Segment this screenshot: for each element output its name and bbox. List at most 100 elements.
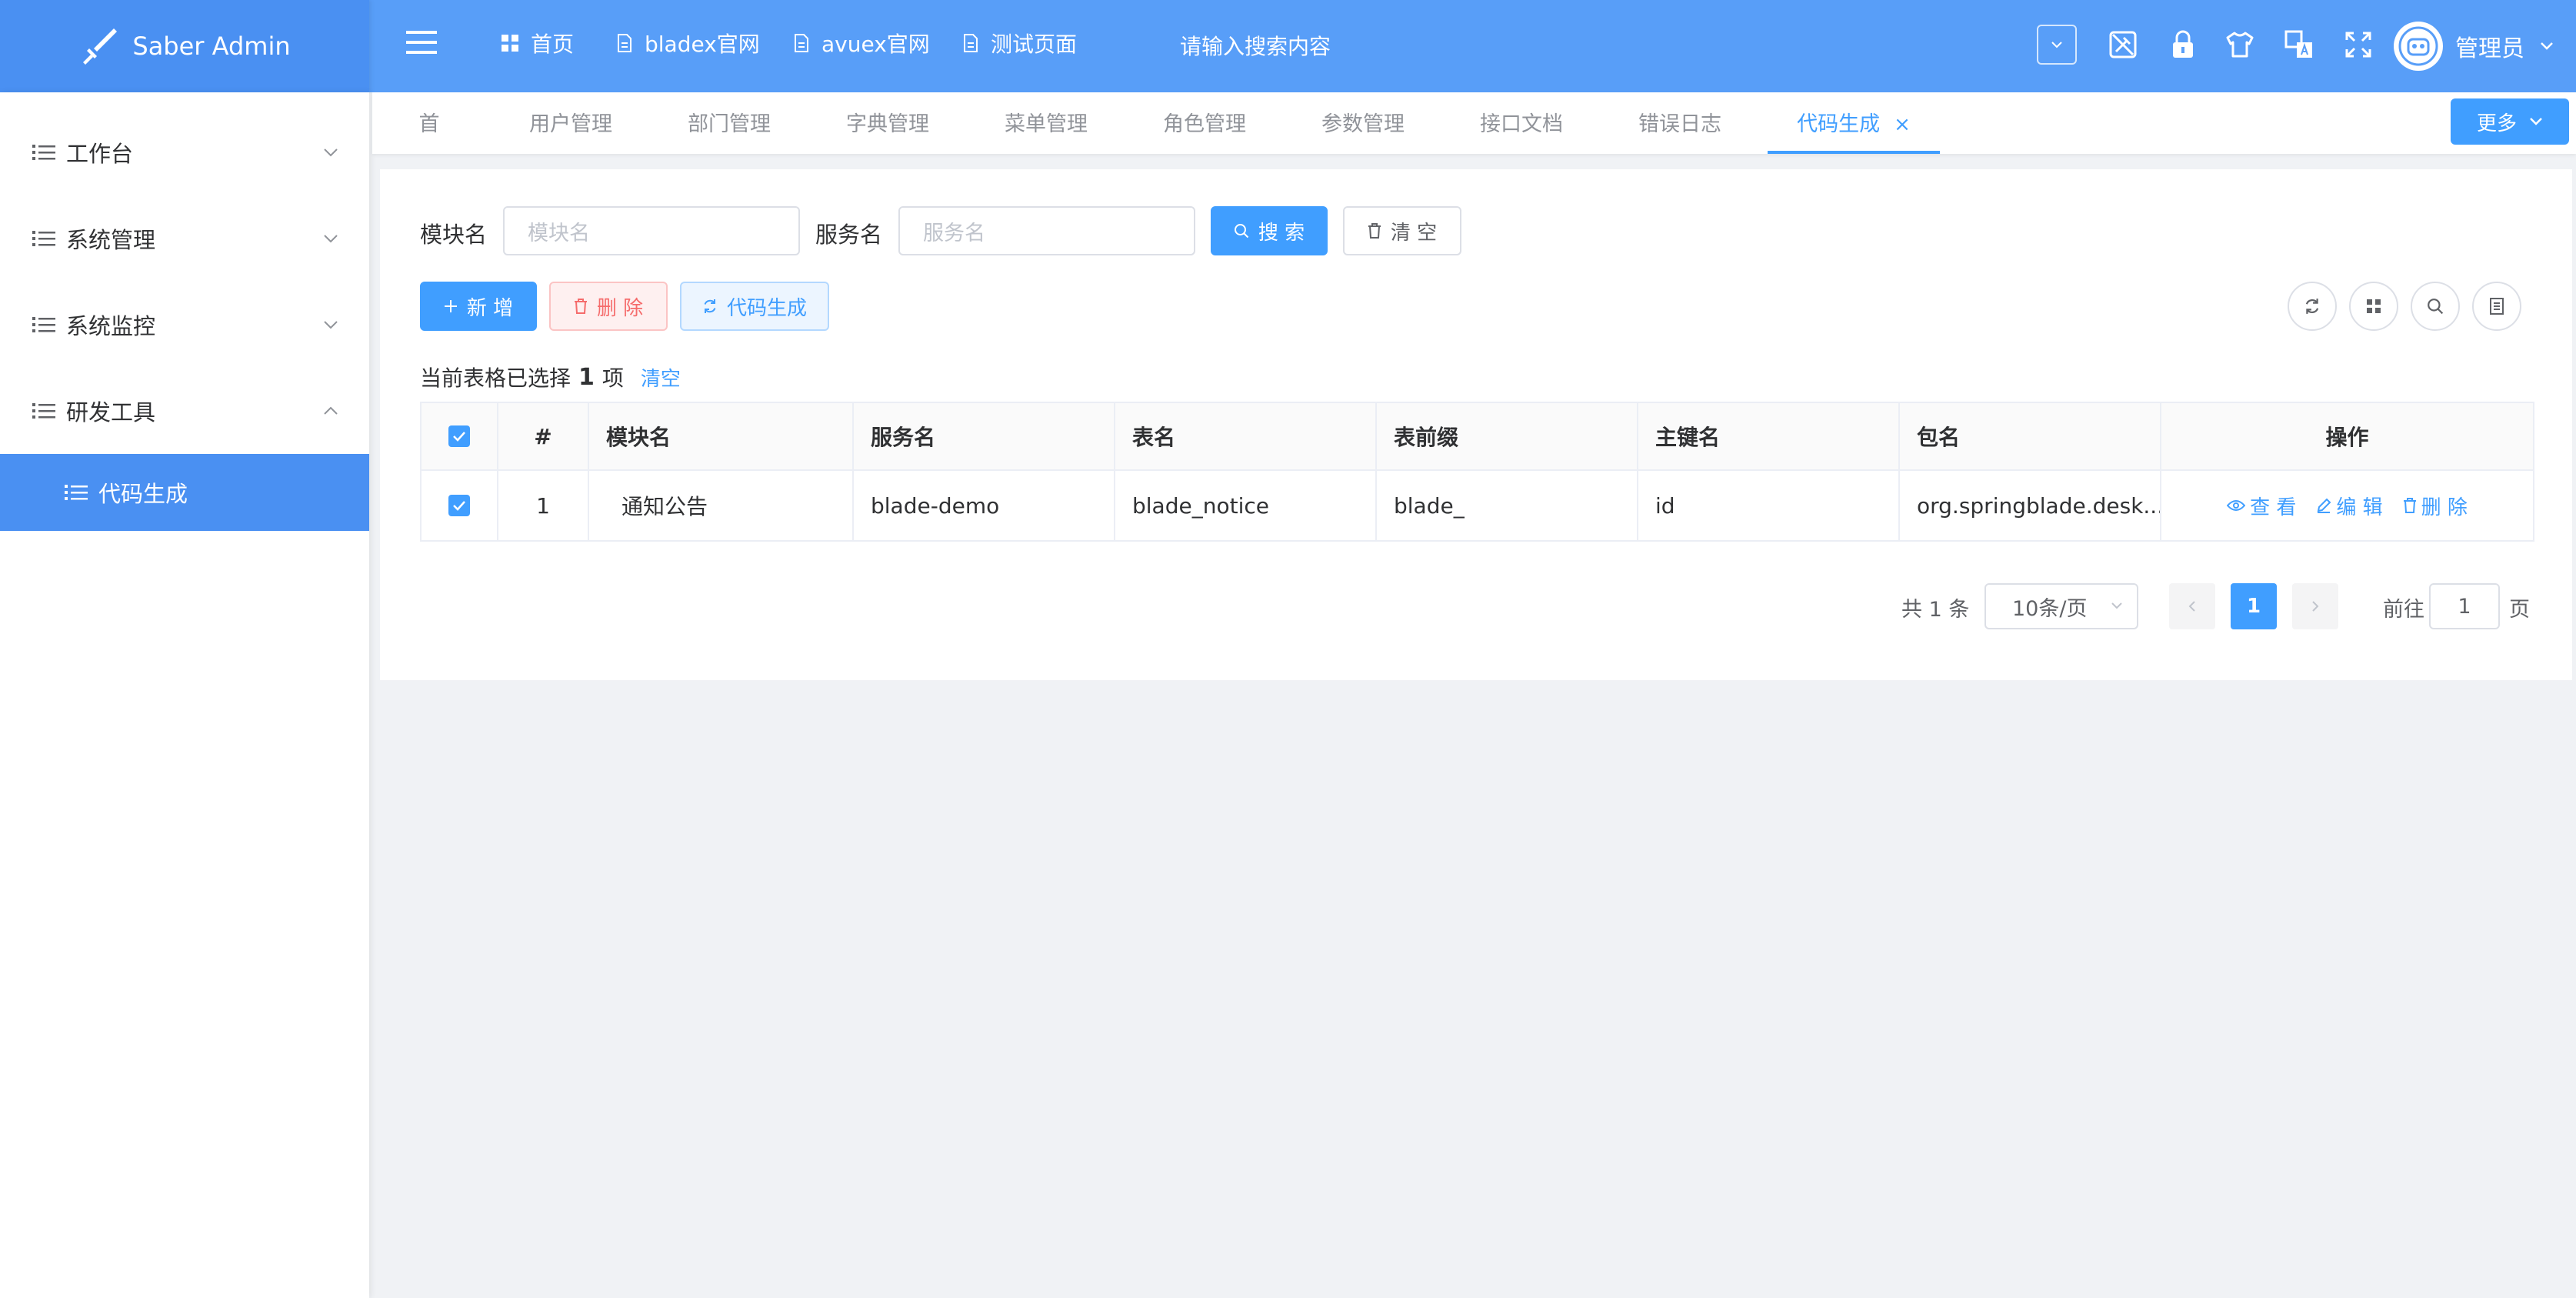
delete-button[interactable]: 删 除 — [549, 282, 668, 331]
module-name-placeholder: 模块名 — [528, 221, 590, 245]
table-cell-module: 通知公告 — [589, 471, 854, 540]
table-cell-pk: id — [1638, 471, 1900, 540]
tab-home[interactable]: 首页 — [412, 92, 446, 201]
user-menu[interactable]: 管理员 — [2394, 18, 2554, 74]
selection-prefix: 当前表格已选择 — [420, 365, 572, 391]
top-nav-label: avuex官网 — [821, 32, 930, 57]
tab-role-management[interactable]: 角色管理 — [1163, 92, 1246, 154]
tab-dict-management[interactable]: 字典管理 — [846, 92, 929, 154]
tab-label: 错误日志 — [1638, 112, 1721, 136]
lock-icon[interactable] — [2161, 23, 2204, 66]
more-tabs-button[interactable]: 更多 — [2451, 98, 2569, 145]
selection-suffix: 项 — [602, 365, 624, 391]
search-button[interactable]: 搜 索 — [1211, 206, 1328, 255]
clear-filters-label: 清 空 — [1390, 221, 1438, 245]
tab-dept-management[interactable]: 部门管理 — [688, 92, 771, 154]
header-search-input[interactable] — [1160, 25, 1483, 68]
table-cell-table-name: blade_notice — [1115, 471, 1377, 540]
top-nav-home[interactable]: 首页 — [502, 28, 574, 58]
chevron-up-icon — [324, 406, 338, 415]
chevron-right-icon — [2312, 601, 2319, 612]
translate-icon[interactable] — [2278, 23, 2321, 66]
search-button-label: 搜 索 — [1258, 221, 1305, 245]
view-button[interactable]: 查 看 — [2227, 492, 2296, 520]
top-nav-label: 测试页面 — [991, 32, 1078, 57]
sidebar-item-system-monitor[interactable]: 系统监控 — [0, 282, 369, 368]
table-header-module: 模块名 — [589, 403, 854, 471]
tab-label: 字典管理 — [846, 112, 929, 136]
table-header-service: 服务名 — [854, 403, 1115, 471]
check-icon — [453, 432, 465, 442]
delete-label: 删 除 — [2421, 496, 2468, 519]
edit-label: 编 辑 — [2336, 496, 2383, 519]
page-size-value: 10条/页 — [2012, 596, 2088, 621]
clear-selection-link[interactable]: 清空 — [641, 363, 681, 392]
sidebar-item-system-management[interactable]: 系统管理 — [0, 195, 369, 282]
service-name-label: 服务名 — [815, 222, 883, 248]
check-icon — [453, 501, 465, 511]
list-icon — [32, 231, 55, 246]
tab-code-generation[interactable]: 代码生成 × — [1768, 92, 1940, 154]
table-cell-select — [422, 471, 498, 540]
logo[interactable]: Saber Admin — [0, 0, 369, 92]
table-cell-index: 1 — [498, 471, 589, 540]
tabs-bar: 首页 用户管理 部门管理 字典管理 菜单管理 角色管理 参数管理 接口文档 错误… — [372, 92, 2576, 201]
top-nav-label: bladex官网 — [645, 32, 760, 57]
trash-icon — [2403, 498, 2416, 513]
list-icon — [32, 403, 55, 419]
next-page-button[interactable] — [2292, 583, 2338, 629]
refresh-icon — [704, 299, 716, 313]
sidebar-item-workbench[interactable]: 工作台 — [0, 109, 369, 195]
page-size-select[interactable]: 10条/页 — [1984, 583, 2138, 629]
table-header-prefix: 表前缀 — [1377, 403, 1638, 471]
add-button[interactable]: 新 增 — [420, 282, 537, 331]
sidebar-item-code-generation[interactable]: 代码生成 — [0, 454, 369, 531]
chevron-down-icon — [324, 235, 338, 243]
print-button[interactable] — [2472, 282, 2521, 331]
avatar[interactable] — [2394, 22, 2443, 71]
prev-page-button[interactable] — [2169, 583, 2215, 629]
app-title: Saber Admin — [132, 32, 291, 61]
more-tabs-label: 更多 — [2476, 112, 2517, 135]
page-number-current[interactable]: 1 — [2231, 583, 2277, 629]
fullscreen-icon[interactable] — [2337, 23, 2380, 66]
refresh-icon — [2305, 299, 2319, 314]
column-settings-button[interactable] — [2349, 282, 2398, 331]
menu-toggle-icon[interactable] — [406, 29, 437, 55]
top-nav-test-page[interactable]: 测试页面 — [963, 28, 1077, 58]
row-checkbox[interactable] — [448, 495, 470, 516]
refresh-table-button[interactable] — [2288, 282, 2337, 331]
theme-shirt-icon[interactable] — [2218, 23, 2261, 66]
selection-info: 当前表格已选择 1 项 清空 — [420, 362, 681, 392]
list-icon — [32, 317, 55, 332]
table-header-index: # — [498, 403, 589, 471]
edit-button[interactable]: 编 辑 — [2316, 492, 2383, 520]
tab-user-management[interactable]: 用户管理 — [529, 92, 612, 154]
chevron-down-icon — [2051, 42, 2062, 48]
tab-menu-management[interactable]: 菜单管理 — [1005, 92, 1088, 154]
dropdown-toggle-button[interactable] — [2035, 23, 2078, 66]
toggle-search-button[interactable] — [2411, 282, 2460, 331]
service-name-input[interactable]: 服务名 — [898, 206, 1195, 255]
top-nav-avuex[interactable]: avuex官网 — [794, 28, 930, 58]
goto-page-input[interactable]: 1 — [2429, 583, 2500, 629]
sidebar-item-dev-tools[interactable]: 研发工具 — [0, 368, 369, 454]
disable-tool-icon[interactable] — [2101, 23, 2144, 66]
data-table: # 模块名 服务名 表名 表前缀 主键名 包名 操作 1 通知公告 blade-… — [420, 402, 2534, 542]
search-icon — [2428, 299, 2444, 315]
clear-filters-button[interactable]: 清 空 — [1343, 206, 1461, 255]
select-all-checkbox[interactable] — [448, 425, 470, 447]
tab-param-management[interactable]: 参数管理 — [1321, 92, 1405, 154]
row-delete-button[interactable]: 删 除 — [2403, 492, 2468, 520]
document-icon — [618, 34, 632, 52]
table-header-actions: 操作 — [2161, 403, 2533, 471]
tab-error-log[interactable]: 错误日志 — [1638, 92, 1721, 154]
chevron-down-icon — [2111, 602, 2122, 609]
top-nav-bladex[interactable]: bladex官网 — [617, 28, 760, 58]
tab-close-icon[interactable]: × — [1894, 92, 1911, 157]
tab-label: 角色管理 — [1163, 112, 1246, 136]
module-name-input[interactable]: 模块名 — [503, 206, 800, 255]
code-generate-button[interactable]: 代码生成 — [680, 282, 829, 331]
tab-api-docs[interactable]: 接口文档 — [1480, 92, 1563, 154]
document-icon — [795, 34, 808, 52]
